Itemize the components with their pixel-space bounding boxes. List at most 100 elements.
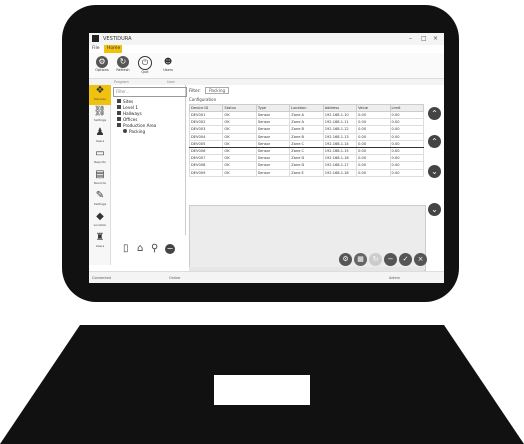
tree-node-label: Hallways [123,111,142,116]
table-cell: 0.00 [356,154,391,163]
menu-home[interactable]: Home [107,46,120,51]
chevron-up-icon[interactable]: ⌃ [428,107,441,120]
table-row[interactable]: DEV009 OK Sensor Zone E 192.168.1.18 0.00 0.00 [188,168,425,177]
table-row[interactable]: DEV002 OK Sensor Zone A 192.168.1.11 0.00 0.00 [188,118,425,127]
table-cell: Zone D [289,154,324,163]
sidebar-item-tools[interactable]: ✎ Settings [89,190,111,210]
location-icon[interactable]: ⚲ [151,243,158,254]
table-row[interactable]: DEV006 OK Sensor Zone C 192.168.1.15 0.00 0.00 [188,146,425,156]
app-logo-icon [92,35,99,42]
title-bar: VESTIDURA – □ × [89,33,444,45]
table-cell: Sensor [255,161,291,170]
maximize-icon[interactable]: □ [421,35,427,42]
table-cell: 192.168.1.11 [322,118,358,127]
folder-icon [117,105,121,109]
tree-node[interactable]: Level 1 [117,105,138,110]
column-header[interactable]: Location [289,104,324,112]
table-cell: OK [222,154,257,163]
column-header[interactable]: Address [322,104,358,112]
remove-icon[interactable]: − [165,244,175,254]
table-cell: 192.168.1.15 [322,146,358,156]
table-cell: OK [222,125,257,134]
column-header[interactable]: Limit [389,104,425,112]
table-cell: 0.00 [356,110,391,120]
table-cell: Zone B [289,132,324,141]
column-header[interactable]: Status [222,104,257,112]
menu-file[interactable]: File [92,46,100,51]
sidebar-label: Settings [93,202,107,206]
table-row[interactable]: DEV008 OK Sensor Zone D 192.168.1.17 0.00 0.00 [188,161,425,170]
table-cell: 0.00 [389,125,425,134]
tag-icon[interactable]: ⌂ [137,243,143,254]
table-cell: DEV004 [188,132,224,141]
options-button[interactable]: ⚙ Options [93,56,111,78]
sidebar-item-records[interactable]: ▤ Records [89,169,111,189]
sidebar-label: Users [95,139,105,143]
table-cell: 192.168.1.16 [322,154,358,163]
tree-search-input[interactable]: Filter... [113,87,187,97]
table-cell: OK [222,146,257,156]
tree-node-selected[interactable]: Packing [123,129,145,134]
document-icon[interactable]: ▯ [123,243,129,254]
table-cell: 0.00 [356,146,391,156]
tree-node[interactable]: Sites [117,99,133,104]
users-button[interactable]: ☻ Users [159,56,177,78]
refresh-icon[interactable]: ↻ [369,253,382,266]
minus-icon[interactable]: − [384,253,397,266]
refresh-button[interactable]: ↻ Refresh [114,56,132,78]
minimize-icon[interactable]: – [409,35,412,42]
screen: VESTIDURA – □ × File Home ⚙ Options ↻ Re… [89,33,444,283]
table-row[interactable]: DEV004 OK Sensor Zone B 192.168.1.13 0.00 0.00 [188,132,425,141]
chevron-up-icon[interactable]: ⌃ [428,135,441,148]
folder-icon [117,123,121,127]
grid-icon[interactable]: ▦ [354,253,367,266]
table-cell: 0.00 [389,139,425,148]
table-row[interactable]: DEV003 OK Sensor Zone B 192.168.1.12 0.00 0.00 [188,125,425,134]
table-cell: OK [222,132,257,141]
tree-node[interactable]: Offices [117,117,137,122]
sidebar-item-devices[interactable]: ❖ Devices [89,85,111,105]
column-header[interactable]: Value [356,104,391,112]
table-row[interactable]: DEV005 OK Sensor Zone C 192.168.1.14 0.00 0.00 [188,139,425,148]
close-icon[interactable]: × [433,35,438,42]
table-cell: 192.168.1.17 [322,161,358,170]
chevron-down-icon[interactable]: ⌄ [428,165,441,178]
table-cell: Sensor [255,132,291,141]
check-icon[interactable]: ✓ [399,253,412,266]
table-cell: OK [222,110,257,120]
sidebar-item-reports[interactable]: ▭ Reports [89,148,111,168]
detail-panel: Filter: Packing Configuration Device ID S… [187,85,444,271]
table-cell: Zone C [289,146,324,156]
table-cell: 0.00 [389,110,425,120]
sidebar-item-location[interactable]: ◆ Location [89,211,111,231]
settings-icon[interactable]: ⚙ [339,253,352,266]
sidebar-item-settings[interactable]: ⛓ Settings [89,106,111,126]
column-header[interactable]: Device ID [188,104,224,112]
location-icon: ◆ [96,211,104,222]
table-row[interactable]: DEV001 OK Sensor Zone A 192.168.1.10 0.00 0.00 [188,110,425,120]
table-cell: Sensor [255,168,291,177]
table-row[interactable]: DEV007 OK Sensor Zone D 192.168.1.16 0.00 0.00 [188,154,425,163]
table-cell: 0.00 [356,139,391,148]
table-cell: Sensor [255,118,291,127]
user-icon: ♜ [95,232,105,243]
table-cell: Sensor [255,110,291,120]
sidebar-label: Users [95,244,105,248]
ribbon-group-program: Program [114,80,129,84]
sidebar-item-accounts[interactable]: ♜ Users [89,232,111,252]
table-cell: 192.168.1.12 [322,125,358,134]
filter-field[interactable]: Packing [205,87,230,94]
table-cell: Sensor [255,139,291,148]
table-cell: Zone A [289,110,324,120]
chevron-double-down-icon[interactable]: ⌄ [428,203,441,216]
tree-node[interactable]: Production Area [117,123,156,128]
tree-node[interactable]: Hallways [117,111,142,116]
table-cell: 0.00 [389,168,425,177]
quit-button[interactable]: ⏻ Quit [136,56,154,78]
cancel-icon[interactable]: × [414,253,427,266]
table-cell: Sensor [255,154,291,163]
table-cell: 192.168.1.14 [322,139,358,148]
sidebar-item-users[interactable]: ♟ Users [89,127,111,147]
menu-bar: File Home [89,45,444,53]
column-header[interactable]: Type [255,104,291,112]
